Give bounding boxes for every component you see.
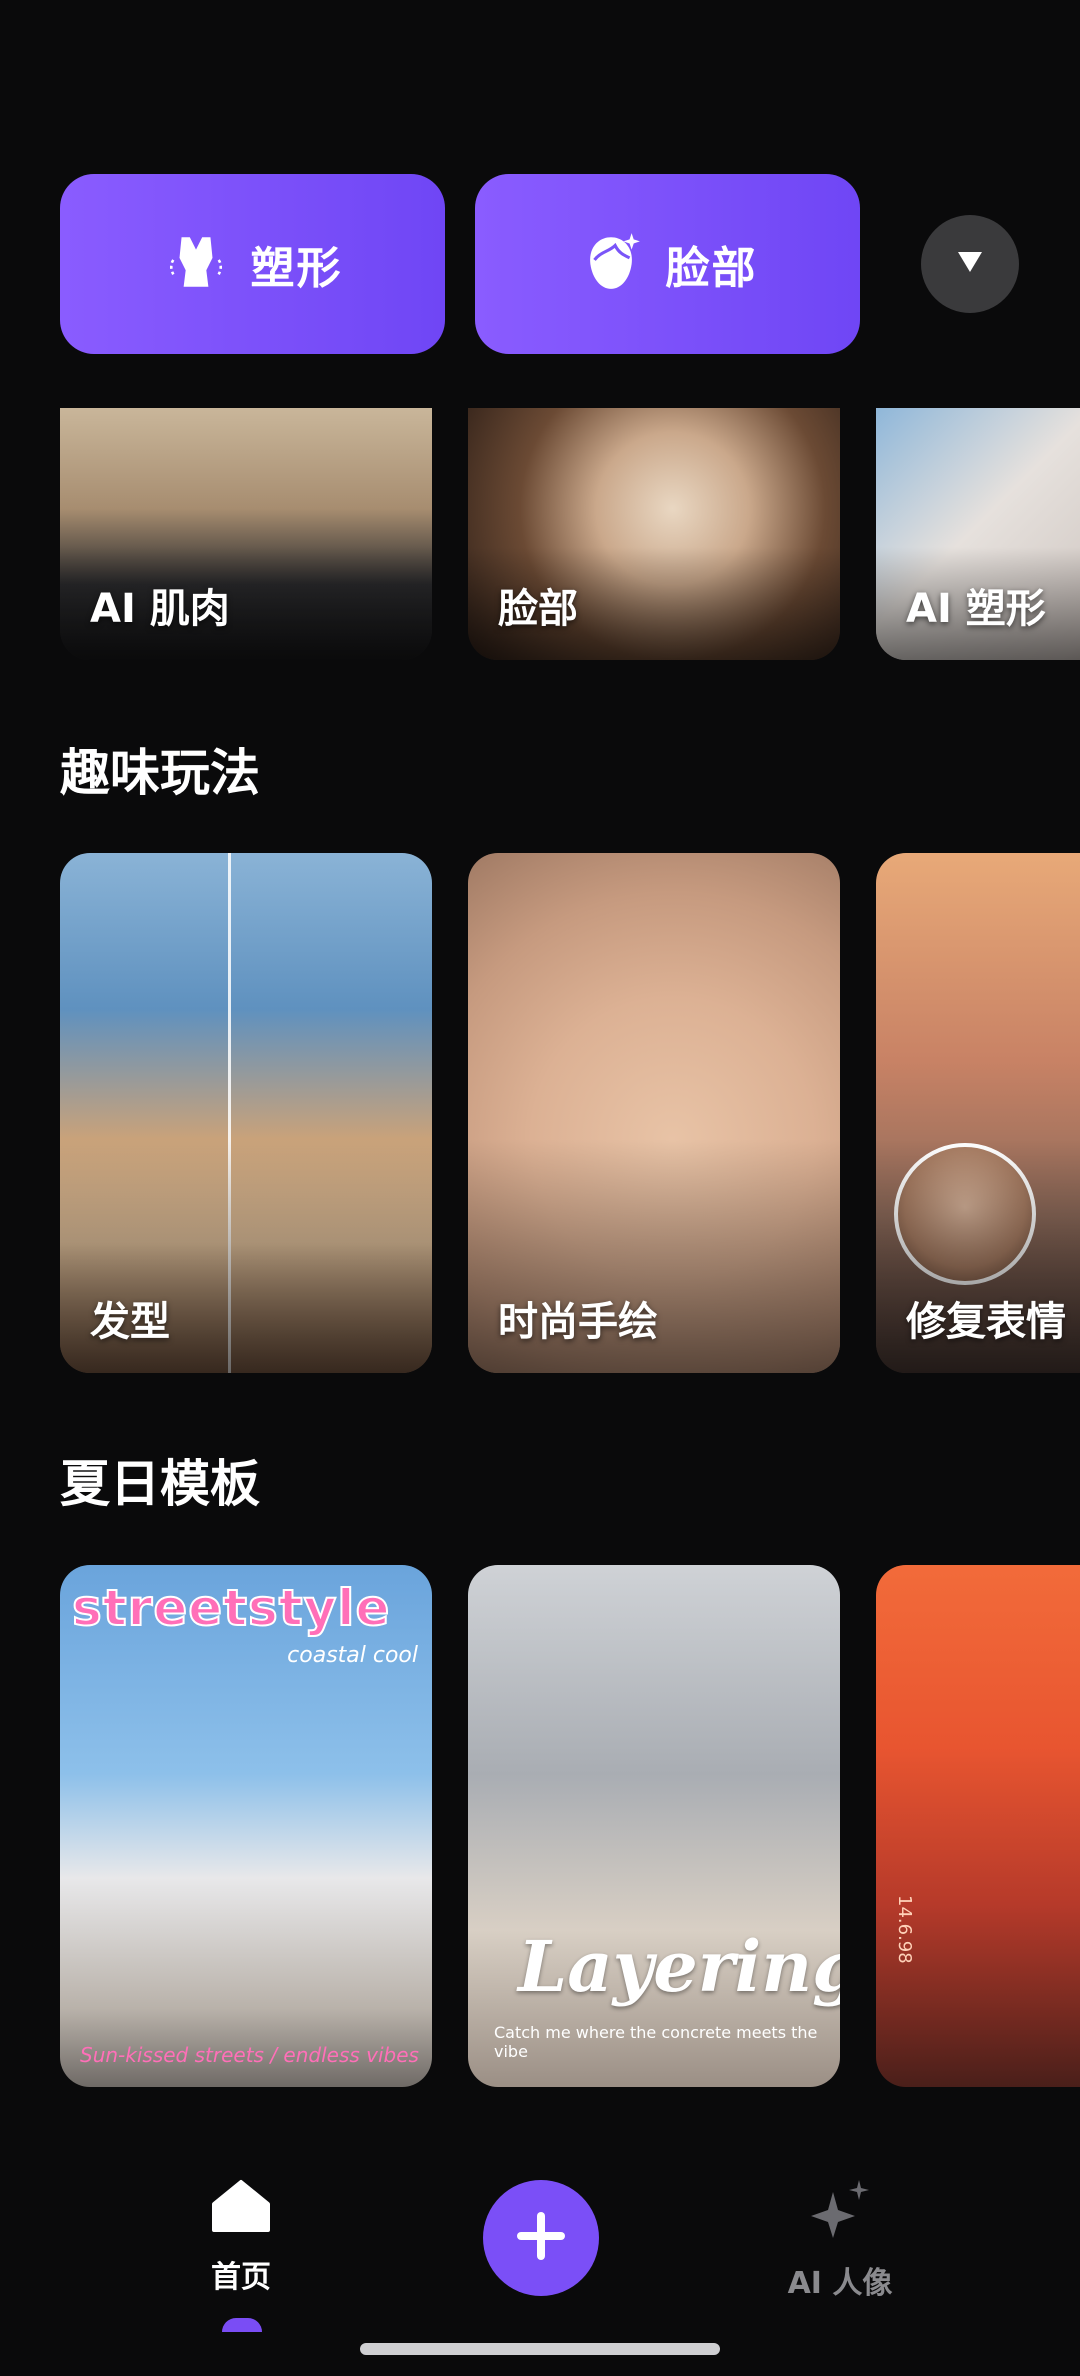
template-footer: Sun-kissed streets / endless vibes xyxy=(80,2043,419,2067)
expand-categories-button[interactable] xyxy=(921,215,1019,313)
summer-templates-row: streetstyle coastal cool Sun-kissed stre… xyxy=(60,1565,1080,2087)
ai-muscle-card[interactable]: AI 肌肉 xyxy=(60,408,432,660)
card-title: 时尚手绘 xyxy=(498,1299,658,1345)
system-home-indicator[interactable] xyxy=(360,2343,720,2355)
streetstyle-template-card[interactable]: streetstyle coastal cool Sun-kissed stre… xyxy=(60,1565,432,2087)
summer-section-title: 夏日模板 xyxy=(60,1455,260,1513)
card-title: 修复表情 xyxy=(906,1299,1066,1345)
fun-section-title: 趣味玩法 xyxy=(60,744,260,802)
ai-shape-card[interactable]: AI 塑形 xyxy=(876,408,1080,660)
template-headline: Layering. xyxy=(518,1925,840,2008)
hairstyle-card[interactable]: 发型 xyxy=(60,853,432,1373)
nav-home[interactable]: 首页 xyxy=(186,2178,296,2296)
card-title: 脸部 xyxy=(498,586,578,632)
fun-cards-row: 发型 时尚手绘 修复表情 xyxy=(60,853,1080,1373)
bodysuit-icon xyxy=(163,229,229,299)
nav-ai-label: AI 人像 xyxy=(787,2266,893,2301)
template-headline: streetstyle xyxy=(71,1578,391,1638)
layering-template-card[interactable]: Layering. Catch me where the concrete me… xyxy=(468,1565,840,2087)
category-bar: 塑形 脸部 xyxy=(0,0,1080,420)
card-title: AI 肌肉 xyxy=(90,586,230,632)
plus-icon xyxy=(513,2208,569,2268)
active-tab-indicator xyxy=(222,2318,262,2332)
template-subtitle: Catch me where the concrete meets the vi… xyxy=(494,2023,818,2061)
create-button[interactable] xyxy=(483,2180,599,2296)
triangle-down-icon xyxy=(955,249,985,279)
card-title: AI 塑形 xyxy=(906,586,1046,632)
face-sparkle-icon xyxy=(578,229,644,299)
shape-category-label: 塑形 xyxy=(250,243,343,294)
shape-category-button[interactable]: 塑形 xyxy=(60,174,445,354)
nav-ai-portrait[interactable]: AI 人像 xyxy=(760,2178,920,2302)
fix-expression-card[interactable]: 修复表情 xyxy=(876,853,1080,1373)
face-category-button[interactable]: 脸部 xyxy=(475,174,860,354)
card-title: 发型 xyxy=(90,1299,170,1345)
home-icon xyxy=(210,2178,272,2238)
face-category-label: 脸部 xyxy=(665,243,758,294)
template-side-text: 14.6.98 xyxy=(894,1895,915,1964)
nav-home-label: 首页 xyxy=(211,2260,271,2295)
sparkle-icon xyxy=(807,2178,873,2244)
fashion-drawing-card[interactable]: 时尚手绘 xyxy=(468,853,840,1373)
template-subtitle: coastal cool xyxy=(287,1643,418,1668)
sunset-template-card[interactable]: 14.6.98 xyxy=(876,1565,1080,2087)
face-card[interactable]: 脸部 xyxy=(468,408,840,660)
body-tools-row: AI 肌肉 脸部 AI 塑形 xyxy=(60,408,1080,660)
